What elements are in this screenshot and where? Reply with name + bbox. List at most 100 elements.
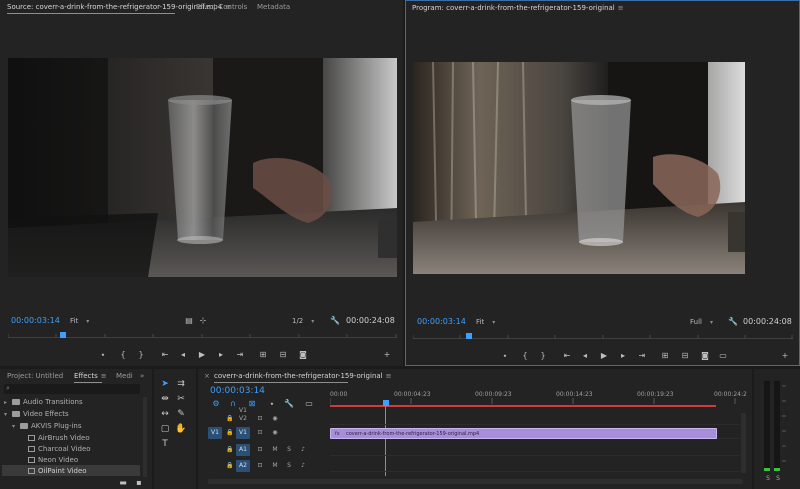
rectangle-tool-icon[interactable]: ▢ (158, 423, 172, 435)
mute-button[interactable]: M (268, 460, 282, 472)
effects-scrollbar[interactable] (143, 397, 147, 477)
step-forward-icon[interactable]: ▸ (214, 349, 228, 361)
mark-in-icon[interactable]: { (116, 349, 130, 361)
track-lane-a1[interactable] (330, 444, 740, 456)
step-back-icon[interactable]: ◂ (578, 350, 592, 362)
track-target-a2[interactable]: A2 (236, 460, 250, 472)
track-lane-a2[interactable] (330, 460, 740, 472)
lock-icon[interactable]: 🔒 (223, 460, 237, 472)
tree-item-akvis-plugins[interactable]: ▾ AKVIS Plug-ins (12, 421, 82, 431)
source-playhead[interactable] (60, 332, 66, 338)
new-bin-icon[interactable]: ▬ (116, 477, 130, 489)
panel-menu-icon[interactable]: ≡ (618, 4, 624, 12)
eye-icon[interactable]: ◉ (268, 413, 282, 425)
solo-right-button[interactable]: S (771, 473, 785, 485)
microphone-icon[interactable]: ♪ (296, 460, 310, 472)
mark-in-icon[interactable]: { (518, 350, 532, 362)
timeline-timecode[interactable]: 00:00:03:14 (210, 386, 265, 396)
tab-media[interactable]: Medi (116, 372, 133, 380)
go-to-in-icon[interactable]: ⇤ (560, 350, 574, 362)
video-clip[interactable]: fx coverr-a-drink-from-the-refrigerator-… (330, 428, 717, 439)
add-marker-icon[interactable]: ⬩ (498, 350, 512, 362)
insert-icon[interactable]: ⊞ (256, 349, 270, 361)
tree-item-oilpaint-video[interactable]: OilPaint Video (28, 466, 87, 476)
tree-item-audio-transitions[interactable]: ▸ Audio Transitions (4, 397, 83, 407)
step-forward-icon[interactable]: ▸ (616, 350, 630, 362)
source-video-frame[interactable] (8, 58, 397, 277)
lock-icon[interactable]: 🔒 (223, 413, 237, 425)
lock-icon[interactable]: 🔒 (223, 444, 237, 456)
source-resolution-dropdown[interactable]: 1/2 ▾ (290, 316, 316, 326)
go-to-in-icon[interactable]: ⇤ (158, 349, 172, 361)
type-tool-icon[interactable]: T (158, 438, 172, 450)
sync-lock-icon[interactable]: ⊡ (253, 413, 267, 425)
panel-menu-icon[interactable]: ≡ (386, 372, 392, 380)
tab-effect-controls[interactable]: Effect Controls (196, 3, 247, 11)
step-back-icon[interactable]: ◂ (176, 349, 190, 361)
tab-effects[interactable]: Effects ≡ (74, 372, 107, 380)
tree-item-airbrush-video[interactable]: AirBrush Video (28, 433, 90, 443)
timeline-playhead-handle[interactable] (383, 400, 389, 406)
tab-program[interactable]: Program: coverr-a-drink-from-the-refrige… (412, 4, 624, 12)
microphone-icon[interactable]: ♪ (296, 444, 310, 456)
hand-tool-icon[interactable]: ✋ (174, 423, 188, 435)
timeline-h-scrollbar[interactable] (208, 479, 743, 484)
track-target-v1[interactable]: V1 (236, 427, 250, 439)
tab-project[interactable]: Project: Untitled (7, 372, 63, 380)
tree-item-charcoal-video[interactable]: Charcoal Video (28, 444, 91, 454)
overwrite-icon[interactable]: ⊟ (276, 349, 290, 361)
drag-video-icon[interactable]: ⊹ (196, 315, 210, 327)
program-timecode-current[interactable]: 00:00:03:14 (417, 317, 466, 326)
sync-lock-icon[interactable]: ⊡ (253, 427, 267, 439)
mute-button[interactable]: M (268, 444, 282, 456)
solo-button[interactable]: S (282, 444, 296, 456)
settings-wrench-icon[interactable]: 🔧 (726, 316, 740, 328)
add-button-icon[interactable]: + (380, 349, 394, 361)
program-resolution-dropdown[interactable]: Full ▾ (688, 317, 715, 327)
insert-clip-marker-icon[interactable]: ▤ (182, 315, 196, 327)
go-to-out-icon[interactable]: ⇥ (233, 349, 247, 361)
solo-button[interactable]: S (282, 460, 296, 472)
razor-tool-icon[interactable]: ✂ (174, 393, 188, 405)
settings-wrench-icon[interactable]: 🔧 (282, 398, 296, 410)
source-timecode-current[interactable]: 00:00:03:14 (11, 316, 60, 325)
timeline-ruler[interactable]: 00:00 00:00:04:23 00:00:09:23 00:00:14:2… (330, 391, 747, 405)
track-select-tool-icon[interactable]: ⇉ (174, 378, 188, 390)
source-patch-v1[interactable]: V1 (208, 427, 222, 439)
sync-lock-icon[interactable]: ⊡ (253, 460, 267, 472)
eye-icon[interactable]: ◉ (268, 427, 282, 439)
program-playhead[interactable] (466, 333, 472, 339)
tab-metadata[interactable]: Metadata (257, 3, 290, 11)
lift-icon[interactable]: ⊞ (658, 350, 672, 362)
delete-icon[interactable]: ▪ (132, 477, 146, 489)
effects-search-input[interactable]: ⌕ (4, 384, 140, 394)
source-scrub-bar[interactable] (7, 330, 397, 338)
comparison-view-icon[interactable]: ▭ (716, 350, 730, 362)
play-icon[interactable]: ▶ (597, 350, 611, 362)
export-frame-icon[interactable]: ◙ (698, 350, 712, 362)
add-marker-icon[interactable]: ⬩ (96, 349, 110, 361)
tab-sequence[interactable]: coverr-a-drink-from-the-refrigerator-159… (214, 372, 392, 380)
extract-icon[interactable]: ⊟ (678, 350, 692, 362)
mark-out-icon[interactable]: } (134, 349, 148, 361)
selection-tool-icon[interactable]: ➤ (158, 378, 172, 390)
tree-item-neon-video[interactable]: Neon Video (28, 455, 78, 465)
tree-item-video-effects[interactable]: ▾ Video Effects (4, 409, 69, 419)
settings-wrench-icon[interactable]: 🔧 (328, 315, 342, 327)
slip-tool-icon[interactable]: ↔ (158, 408, 172, 420)
play-icon[interactable]: ▶ (195, 349, 209, 361)
track-lane-v2[interactable] (330, 413, 740, 425)
mark-out-icon[interactable]: } (536, 350, 550, 362)
export-frame-icon[interactable]: ◙ (296, 349, 310, 361)
program-video-frame[interactable] (413, 62, 745, 274)
lock-icon[interactable]: 🔒 (223, 427, 237, 439)
source-zoom-dropdown[interactable]: Fit ▾ (68, 316, 91, 326)
tab-close-icon[interactable]: × (204, 372, 210, 380)
track-target-a1[interactable]: A1 (236, 444, 250, 456)
timeline-v-scrollbar[interactable] (741, 413, 746, 473)
add-button-icon[interactable]: + (778, 350, 792, 362)
add-marker-icon[interactable]: ⬩ (265, 398, 279, 410)
pen-tool-icon[interactable]: ✎ (174, 408, 188, 420)
nest-icon[interactable]: ⚙ (209, 398, 223, 410)
captions-icon[interactable]: ▭ (302, 398, 316, 410)
